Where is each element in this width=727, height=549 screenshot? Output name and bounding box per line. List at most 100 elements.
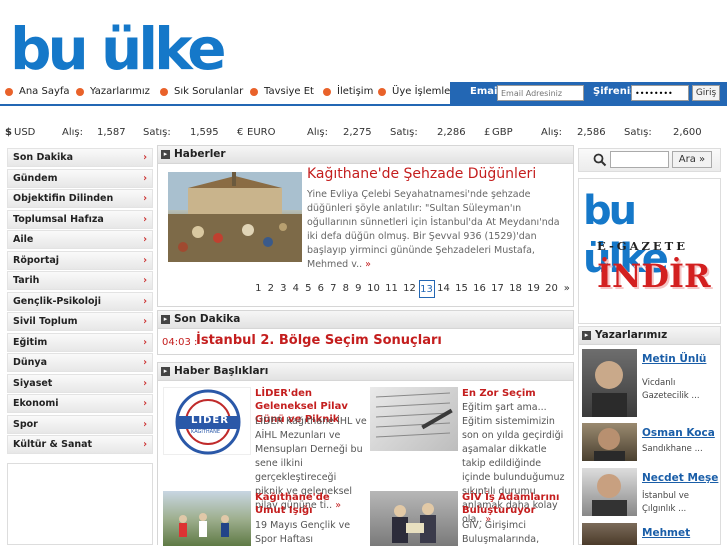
author-avatar[interactable]: [582, 468, 637, 516]
author-avatar[interactable]: [582, 423, 637, 461]
search-button[interactable]: Ara »: [672, 151, 712, 168]
page-link[interactable]: 3: [277, 280, 290, 298]
arrow-right-icon: ▸: [161, 315, 170, 324]
nav-item-recommend[interactable]: Tavsiye Et: [250, 86, 314, 97]
egazete-banner[interactable]: bu ülke E-GAZETE İNDİR: [578, 178, 721, 324]
page-link[interactable]: 14: [435, 280, 453, 298]
currency-bar: $ USD Alış: 1,587 Satış: 1,595 € EURO Al…: [0, 127, 727, 141]
bullet-icon: [5, 87, 13, 96]
business-meeting-image[interactable]: [370, 491, 458, 546]
eur-sell-label: Satış:: [390, 127, 418, 138]
author-item: Mehmet: [582, 523, 719, 545]
page-link[interactable]: 9: [352, 280, 365, 298]
page-next-link[interactable]: »: [561, 280, 574, 298]
page-link[interactable]: 15: [453, 280, 471, 298]
egazete-subtitle: E-GAZETE: [597, 239, 688, 253]
nav-item-contact[interactable]: İletişim: [323, 86, 373, 97]
sidebar-item-ekonomi[interactable]: Ekonomi ›: [7, 394, 153, 413]
sidebar-empty-box: [7, 463, 153, 545]
search-icon: [593, 153, 607, 167]
author-item: Metin Ünlü Vicdanlı Gazetecilik ...: [582, 349, 719, 419]
author-name[interactable]: Osman Koca: [642, 427, 715, 439]
sidebar-item-sivil-toplum[interactable]: Sivil Toplum ›: [7, 312, 153, 331]
business-meeting-illustration: [392, 503, 436, 543]
sports-event-illustration: [179, 513, 229, 537]
page-link[interactable]: 16: [471, 280, 489, 298]
chevron-right-icon: ›: [143, 418, 147, 430]
author-name[interactable]: Metin Ünlü: [642, 353, 706, 365]
nav-item-member[interactable]: Üye İşlemleri: [378, 86, 457, 97]
sidebar-item-aile[interactable]: Aile ›: [7, 230, 153, 249]
headline-text-4: GİV, Girişimci Buluşmalarında,: [462, 520, 540, 545]
bullet-icon: [323, 87, 331, 96]
sidebar-item-objektif[interactable]: Objektifin Dilinden ›: [7, 189, 153, 208]
page-link[interactable]: 19: [525, 280, 543, 298]
site-logo[interactable]: bu ülke: [10, 14, 227, 84]
search-box: Ara »: [578, 148, 721, 172]
headline-title-4[interactable]: GİV İş Adamlarını Buluşturuyor: [462, 491, 570, 517]
page-link-current[interactable]: 13: [418, 280, 435, 298]
page-link[interactable]: 7: [327, 280, 340, 298]
sports-event-image[interactable]: [163, 491, 251, 546]
author-name[interactable]: Necdet Meşe: [642, 472, 718, 484]
page-link[interactable]: 4: [290, 280, 303, 298]
headline-title-3[interactable]: Kağıthane'de Umut Işığı: [255, 491, 355, 517]
page-link[interactable]: 1: [252, 280, 265, 298]
page-link[interactable]: 10: [365, 280, 383, 298]
page-link[interactable]: 8: [340, 280, 353, 298]
page-link[interactable]: 6: [315, 280, 328, 298]
sidebar-item-egitim[interactable]: Eğitim ›: [7, 332, 153, 352]
sidebar-item-roportaj[interactable]: Röportaj ›: [7, 250, 153, 270]
sidebar-item-genclik[interactable]: Gençlik-Psikoloji ›: [7, 291, 153, 311]
login-button[interactable]: Giriş: [692, 85, 720, 101]
sidebar-item-dunya[interactable]: Dünya ›: [7, 353, 153, 372]
password-field[interactable]: [631, 85, 689, 101]
news-image-illustration: [168, 172, 302, 262]
chevron-right-icon: ›: [143, 193, 147, 204]
sidebar-item-kultur-sanat[interactable]: Kültür & Sanat ›: [7, 435, 153, 454]
page-link[interactable]: 5: [302, 280, 315, 298]
page-link[interactable]: 17: [489, 280, 507, 298]
sidebar-item-son-dakika[interactable]: Son Dakika ›: [7, 148, 153, 167]
sidebar-item-toplumsal-hafiza[interactable]: Toplumsal Hafıza ›: [7, 209, 153, 229]
usd-symbol: $: [5, 127, 12, 138]
author-item: Necdet Meşe İstanbul ve Çılgınlık ...: [582, 468, 719, 518]
page-link[interactable]: 2: [265, 280, 278, 298]
email-field[interactable]: [497, 85, 584, 101]
lider-logo-image[interactable]: LİDER KAĞITHANE: [163, 387, 251, 455]
breaking-news-link[interactable]: İstanbul 2. Bölge Seçim Sonuçları: [196, 333, 442, 348]
page-link[interactable]: 11: [383, 280, 401, 298]
breaking-news-panel: ▸ Son Dakika 04:03 : İstanbul 2. Bölge Se…: [157, 310, 574, 355]
chevron-right-icon: ›: [143, 172, 147, 184]
news-more-link[interactable]: »: [365, 259, 371, 270]
sidebar-item-gundem[interactable]: Gündem ›: [7, 168, 153, 188]
author-avatar[interactable]: [582, 349, 637, 417]
sidebar-item-spor[interactable]: Spor ›: [7, 414, 153, 434]
header-divider: [0, 104, 727, 106]
search-input[interactable]: [610, 151, 669, 168]
chevron-right-icon: ›: [143, 152, 147, 163]
usd-sell-label: Satış:: [143, 127, 171, 138]
author-name[interactable]: Mehmet: [642, 527, 690, 539]
nav-item-home[interactable]: Ana Sayfa: [5, 86, 70, 97]
page-link[interactable]: 18: [507, 280, 525, 298]
chevron-right-icon: ›: [143, 254, 147, 266]
arrow-right-icon: ▸: [161, 367, 170, 376]
news-headline[interactable]: Kağıthane'de Şehzade Düğünleri: [307, 166, 536, 182]
sidebar-item-tarih[interactable]: Tarih ›: [7, 271, 153, 290]
gbp-buy: 2,586: [577, 127, 606, 138]
news-image[interactable]: [168, 172, 302, 262]
author-desc: İstanbul ve: [642, 491, 689, 501]
author-avatar[interactable]: [582, 523, 637, 545]
page-link[interactable]: 12: [401, 280, 419, 298]
nav-item-faq[interactable]: Sık Sorulanlar: [160, 86, 243, 97]
egazete-download-button[interactable]: İNDİR: [597, 257, 711, 295]
headline-title-2[interactable]: En Zor Seçim: [462, 387, 570, 400]
exam-paper-image[interactable]: [370, 387, 458, 451]
sidebar-item-siyaset[interactable]: Siyaset ›: [7, 373, 153, 393]
author-avatar-illustration: [594, 428, 625, 461]
nav-item-authors[interactable]: Yazarlarımız: [76, 86, 150, 97]
usd-buy-label: Alış:: [62, 127, 83, 138]
headline-text-3: 19 Mayıs Gençlik ve Spor Haftası: [255, 520, 351, 545]
page-link[interactable]: 20: [543, 280, 561, 298]
